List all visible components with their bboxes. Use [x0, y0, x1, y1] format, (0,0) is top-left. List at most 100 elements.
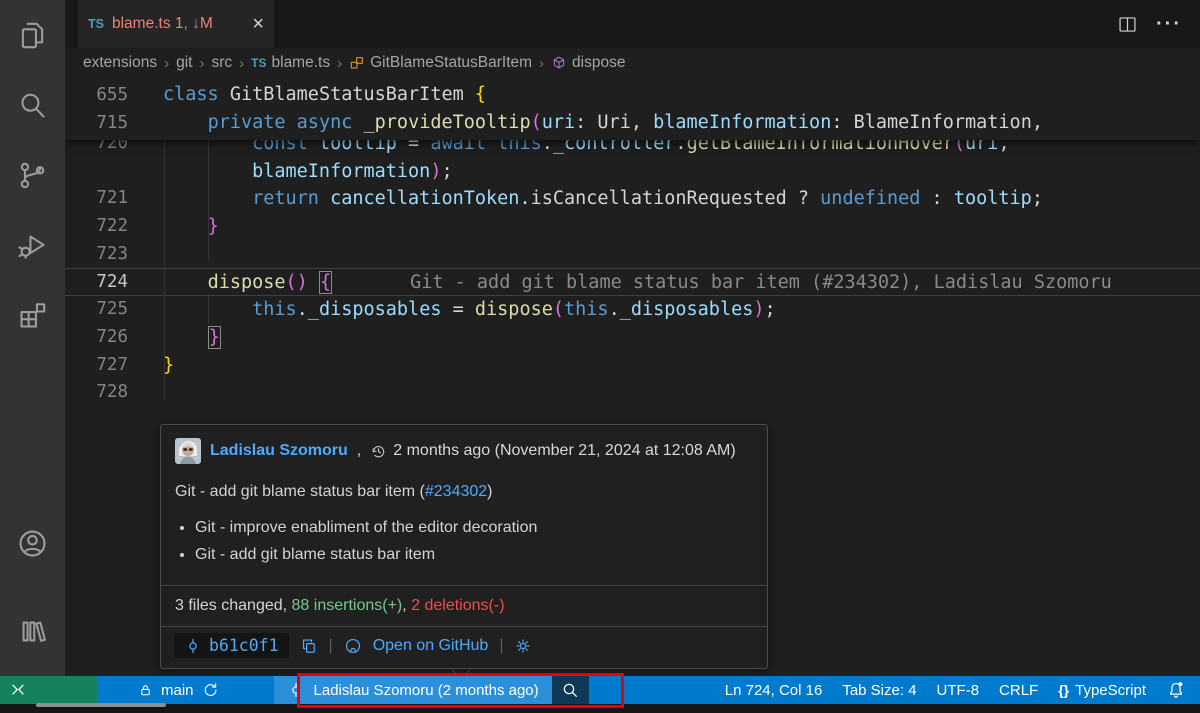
files-changed-label: 3 files changed,: [175, 597, 292, 614]
files-icon: [16, 19, 49, 52]
cursor-position-item[interactable]: Ln 724, Col 16: [715, 676, 833, 704]
code-text: }: [163, 213, 219, 241]
breadcrumb-method-label: dispose: [572, 54, 625, 72]
code-line[interactable]: 721 return cancellationToken.isCancellat…: [65, 185, 1200, 213]
git-commit-icon: [287, 681, 305, 699]
author-link[interactable]: Ladislau Szomoru: [210, 442, 348, 460]
eol-item[interactable]: CRLF: [989, 676, 1048, 704]
scrollbar-artifact: [36, 703, 166, 707]
branch-label: main: [161, 682, 194, 699]
tab-bar: TS blame.ts 1, ↓M × ···: [65, 0, 1200, 48]
breadcrumb-item-file[interactable]: TS blame.ts: [251, 54, 330, 72]
encoding-item[interactable]: UTF-8: [927, 676, 990, 704]
chevron-right-icon: ›: [239, 55, 244, 72]
line-number[interactable]: [65, 158, 163, 186]
line-number[interactable]: 726: [65, 324, 163, 352]
git-commit-icon: [184, 637, 202, 655]
author-suffix: ,: [357, 442, 361, 460]
issue-link[interactable]: #234302: [425, 483, 487, 500]
commit-body-item: Git - improve enabliment of the editor d…: [195, 519, 767, 537]
tab-size-item[interactable]: Tab Size: 4: [832, 676, 926, 704]
breadcrumb-item-class[interactable]: GitBlameStatusBarItem: [349, 54, 532, 72]
remote-indicator[interactable]: [0, 676, 97, 704]
code-line[interactable]: 724 dispose() {Git - add git blame statu…: [65, 268, 1200, 296]
code-line[interactable]: 655class GitBlameStatusBarItem {: [65, 81, 1200, 109]
line-number[interactable]: 723: [65, 241, 163, 269]
remote-icon: [8, 680, 28, 700]
encoding-label: UTF-8: [937, 682, 980, 699]
history-icon: [370, 443, 387, 460]
close-icon[interactable]: ×: [252, 14, 264, 34]
language-label: TypeScript: [1075, 682, 1146, 699]
commit-body-list: Git - improve enabliment of the editor d…: [161, 519, 767, 573]
language-mode-item[interactable]: {} TypeScript: [1048, 676, 1156, 704]
line-number[interactable]: 722: [65, 213, 163, 241]
git-blame-status-item[interactable]: Ladislau Szomoru (2 months ago): [274, 676, 552, 704]
library-books-icon: [16, 615, 49, 648]
sidebar-item-search[interactable]: [0, 81, 65, 129]
line-number[interactable]: 725: [65, 296, 163, 324]
editor-actions: ···: [1117, 0, 1200, 48]
github-icon: [344, 637, 362, 655]
chevron-right-icon: ›: [199, 55, 204, 72]
sidebar-item-source-control[interactable]: [0, 151, 65, 199]
line-number[interactable]: 727: [65, 352, 163, 380]
sticky-scroll: 655class GitBlameStatusBarItem {715 priv…: [65, 78, 1200, 140]
sidebar-item-run-debug[interactable]: [0, 221, 65, 269]
vscode-window: TS blame.ts 1, ↓M × ··· extensions › git…: [0, 0, 1200, 713]
sidebar-item-account[interactable]: [0, 519, 65, 567]
commit-time-label: 2 months ago (November 21, 2024 at 12:08…: [393, 442, 735, 460]
breadcrumb-item-extensions[interactable]: extensions: [83, 54, 157, 72]
breadcrumb-item-src[interactable]: src: [211, 54, 232, 72]
code-line[interactable]: 727}: [65, 352, 1200, 380]
commit-hash-button[interactable]: b61c0f1: [174, 633, 289, 658]
notifications-item[interactable]: [1156, 676, 1196, 704]
branch-indicator[interactable]: main: [127, 676, 229, 704]
commit-body-item: Git - add git blame status bar item: [195, 546, 767, 564]
line-number[interactable]: 721: [65, 185, 163, 213]
breadcrumb-item-git[interactable]: git: [176, 54, 192, 72]
commit-stats: 3 files changed, 88 insertions(+), 2 del…: [161, 585, 767, 627]
code-line[interactable]: blameInformation);: [65, 158, 1200, 186]
sidebar-item-extensions[interactable]: [0, 291, 65, 339]
code-line[interactable]: 722 }: [65, 213, 1200, 241]
git-blame-hover: Ladislau Szomoru, 2 months ago (November…: [160, 424, 768, 669]
hover-footer: b61c0f1 | Open on GitHub |: [161, 633, 767, 668]
insertions-label: 88 insertions(+): [292, 597, 403, 614]
subject-text: Git - add git blame status bar item (: [175, 483, 425, 500]
open-on-github-link[interactable]: Open on GitHub: [373, 637, 489, 655]
code-text: private async _provideTooltip(uri: Uri, …: [163, 109, 1043, 137]
run-and-debug-icon: [16, 229, 49, 262]
code-text: dispose() {Git - add git blame status ba…: [163, 269, 1112, 295]
split-editor-icon[interactable]: [1117, 14, 1138, 35]
tab-blame-ts[interactable]: TS blame.ts 1, ↓M ×: [78, 0, 274, 48]
chevron-right-icon: ›: [164, 55, 169, 72]
avatar-image: [175, 438, 201, 464]
sidebar-item-explorer[interactable]: [0, 11, 65, 59]
symbol-method-icon: [551, 55, 567, 71]
source-control-icon: [16, 159, 49, 192]
line-number[interactable]: 715: [65, 109, 163, 137]
code-text: this._disposables = dispose(this._dispos…: [163, 296, 776, 324]
code-text: class GitBlameStatusBarItem {: [163, 81, 486, 109]
deletions-label: 2 deletions(-): [411, 597, 504, 614]
chevron-right-icon: ›: [539, 55, 544, 72]
code-line[interactable]: 725 this._disposables = dispose(this._di…: [65, 296, 1200, 324]
typescript-file-icon: TS: [88, 17, 104, 31]
footer-separator: |: [499, 637, 503, 655]
breadcrumb-item-method[interactable]: dispose: [551, 54, 625, 72]
copy-icon[interactable]: [300, 637, 318, 655]
code-line[interactable]: 728: [65, 379, 1200, 407]
code-line[interactable]: 726 }: [65, 324, 1200, 352]
more-actions-icon[interactable]: ···: [1156, 13, 1182, 36]
code-line[interactable]: 715 private async _provideTooltip(uri: U…: [65, 109, 1200, 137]
zoom-indicator[interactable]: [552, 676, 589, 704]
code-line[interactable]: 723: [65, 241, 1200, 269]
sidebar-item-library[interactable]: [0, 607, 65, 655]
line-number[interactable]: 728: [65, 379, 163, 407]
editor-pane: extensions › git › src › TS blame.ts › G…: [65, 48, 1200, 676]
line-number[interactable]: 724: [65, 269, 163, 295]
line-number[interactable]: 655: [65, 81, 163, 109]
gear-icon[interactable]: [514, 637, 532, 655]
hover-header: Ladislau Szomoru, 2 months ago (November…: [161, 425, 767, 464]
